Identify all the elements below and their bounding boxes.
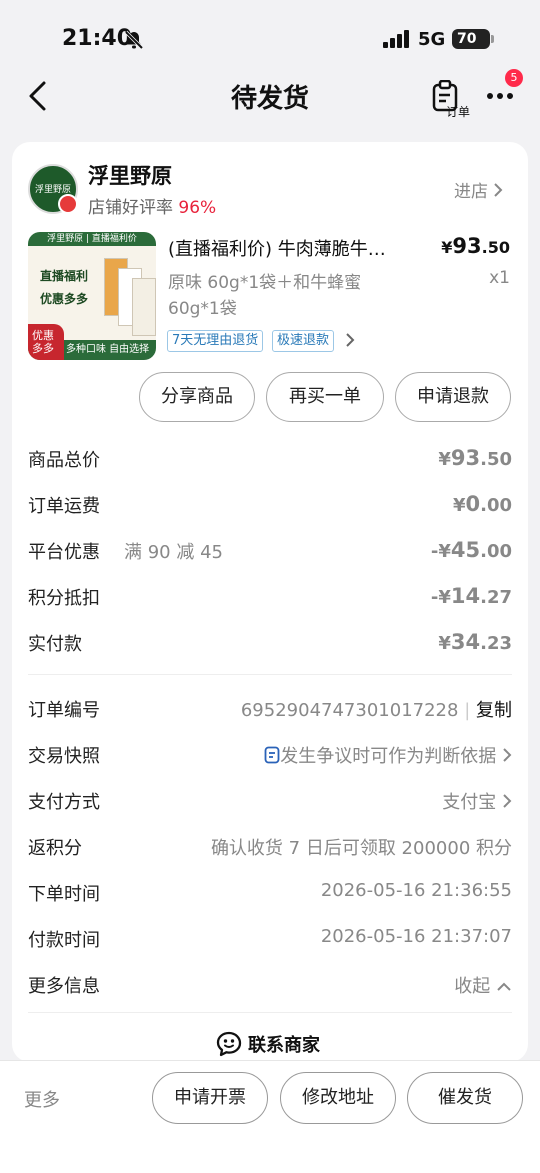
order-no: 6952904747301017228 — [240, 700, 459, 721]
refund-button[interactable]: 申请退款 — [395, 372, 511, 422]
rebuy-button[interactable]: 再买一单 — [266, 372, 384, 422]
pay-time-value: 2026-05-16 21:37:07 — [320, 926, 512, 947]
battery-level: 70 — [457, 31, 477, 47]
chevron-right-icon — [494, 183, 503, 197]
order-no-label: 订单编号 — [28, 700, 100, 721]
shop-rating-value: 96% — [178, 198, 217, 218]
collapse-toggle[interactable]: 收起 — [454, 972, 512, 998]
shop-logo-text: 浮里野原 — [34, 185, 71, 195]
change-address-button[interactable]: 修改地址 — [280, 1072, 396, 1124]
order-time-row: 下单时间 2026-05-16 21:36:55 — [28, 880, 512, 910]
pay-time-row: 付款时间 2026-05-16 21:37:07 — [28, 926, 512, 956]
snapshot-label: 交易快照 — [28, 746, 100, 767]
pay-time-label: 付款时间 — [28, 930, 100, 951]
snapshot-row[interactable]: 交易快照 发生争议时可作为判断依据 — [28, 742, 512, 772]
divider — [28, 1012, 512, 1013]
rebate-label: 返积分 — [28, 838, 82, 859]
more-menu-button[interactable]: 更多 — [24, 1086, 60, 1112]
rebate-points-row: 返积分 确认收货 7 日后可领取 200000 积分 — [28, 834, 512, 864]
shop-rating-label: 店铺好评率 — [88, 198, 173, 218]
product-quantity: x1 — [489, 268, 510, 288]
network-type: 5G — [418, 29, 446, 50]
shipping-row: 订单运费 ¥0.00 — [28, 492, 512, 522]
points-value: -¥14.27 — [430, 584, 512, 608]
payment-value: 支付宝 — [442, 792, 497, 813]
bell-muted-icon — [124, 30, 144, 50]
payment-label: 支付方式 — [28, 792, 100, 813]
points-label: 积分抵扣 — [28, 588, 100, 609]
tag-7day-return[interactable]: 7天无理由退货 — [167, 330, 264, 352]
total-price-row: 商品总价 ¥93.50 — [28, 446, 512, 476]
price-symbol: ¥ — [441, 238, 453, 257]
snapshot-value: 发生争议时可作为判断依据 — [280, 746, 497, 767]
notification-badge: 5 — [505, 69, 523, 87]
chevron-right-icon[interactable] — [345, 332, 355, 348]
price-dec: .50 — [481, 238, 510, 257]
order-label: 订单 — [446, 105, 471, 119]
contact-merchant-label: 联系商家 — [248, 1035, 320, 1056]
urge-shipping-button[interactable]: 催发货 — [407, 1072, 523, 1124]
enter-shop-link[interactable]: 进店 — [454, 177, 503, 202]
shop-rating: 店铺好评率 96% — [88, 193, 216, 218]
product-sku-line2: 60g*1袋 — [168, 299, 237, 319]
platform-discount-row: 平台优惠 满 90 减 45 -¥45.00 — [28, 538, 512, 568]
product-thumbnail[interactable]: 浮里野原 | 直播福利价 直播福利 优惠多多 多种口味 自由选择 优惠多多 — [28, 232, 156, 360]
order-number-row: 订单编号 6952904747301017228 | 复制 — [28, 696, 512, 726]
copy-button[interactable]: 复制 — [476, 700, 512, 721]
discount-value: -¥45.00 — [430, 538, 512, 562]
product-price: ¥93.50 — [440, 234, 510, 258]
request-invoice-button[interactable]: 申请开票 — [152, 1072, 268, 1124]
thumb-line2: 优惠多多 — [40, 292, 89, 306]
order-time-value: 2026-05-16 21:36:55 — [320, 880, 512, 901]
shop-logo-badge — [58, 194, 78, 214]
order-no-value: 6952904747301017228 | 复制 — [240, 700, 512, 721]
order-time-label: 下单时间 — [28, 884, 100, 905]
shipping-value: ¥0.00 — [452, 492, 512, 516]
divider — [28, 674, 512, 675]
nav-header: 待发货 订单 5 — [0, 69, 540, 125]
tag-fast-refund[interactable]: 极速退款 — [272, 330, 335, 352]
thumb-badge: 优惠多多 — [28, 324, 64, 360]
rebate-value: 确认收货 7 日后可领取 200000 积分 — [210, 838, 512, 859]
status-time: 21:40 — [62, 26, 133, 51]
order-button[interactable]: 订单 — [430, 78, 471, 119]
thumb-line1: 直播福利 — [40, 269, 89, 283]
total-value: ¥93.50 — [438, 446, 512, 470]
shop-logo[interactable]: 浮里野原 — [28, 164, 78, 214]
product-sku-line1: 原味 60g*1袋＋和牛蜂蜜 — [168, 273, 362, 293]
paid-amount-row: 实付款 ¥34.23 — [28, 630, 512, 660]
battery-icon: 70 — [452, 29, 494, 49]
payment-method-row[interactable]: 支付方式 支付宝 — [28, 788, 512, 818]
discount-desc: 满 90 减 45 — [124, 542, 223, 563]
thumb-top-text: 浮里野原 | 直播福利价 — [28, 232, 156, 246]
enter-shop-label: 进店 — [454, 182, 488, 202]
package-image — [132, 278, 156, 336]
more-info-row[interactable]: 更多信息 收起 — [28, 972, 512, 1002]
more-dots-icon[interactable] — [486, 92, 514, 100]
chevron-right-icon — [503, 748, 512, 762]
shop-name[interactable]: 浮里野原 — [88, 160, 172, 190]
chevron-right-icon — [503, 794, 512, 808]
share-product-button[interactable]: 分享商品 — [139, 372, 255, 422]
more-info-label: 更多信息 — [28, 976, 100, 997]
chevron-up-icon — [497, 982, 511, 991]
price-int: 93 — [452, 234, 482, 258]
document-icon — [264, 746, 280, 764]
discount-label: 平台优惠 — [28, 542, 100, 563]
total-label: 商品总价 — [28, 450, 100, 471]
payment-value-wrap[interactable]: 支付宝 — [442, 788, 512, 814]
signal-icon — [383, 30, 409, 48]
paid-value: ¥34.23 — [438, 630, 512, 654]
snapshot-link[interactable]: 发生争议时可作为判断依据 — [264, 742, 512, 768]
collapse-label: 收起 — [454, 976, 491, 997]
shipping-label: 订单运费 — [28, 496, 100, 517]
status-bar: 21:40 5G 70 — [0, 0, 540, 80]
chat-bubble-icon — [216, 1031, 242, 1057]
paid-label: 实付款 — [28, 634, 82, 655]
points-deduction-row: 积分抵扣 -¥14.27 — [28, 584, 512, 614]
product-title[interactable]: (直播福利价) 牛肉薄脆牛… — [168, 235, 418, 261]
